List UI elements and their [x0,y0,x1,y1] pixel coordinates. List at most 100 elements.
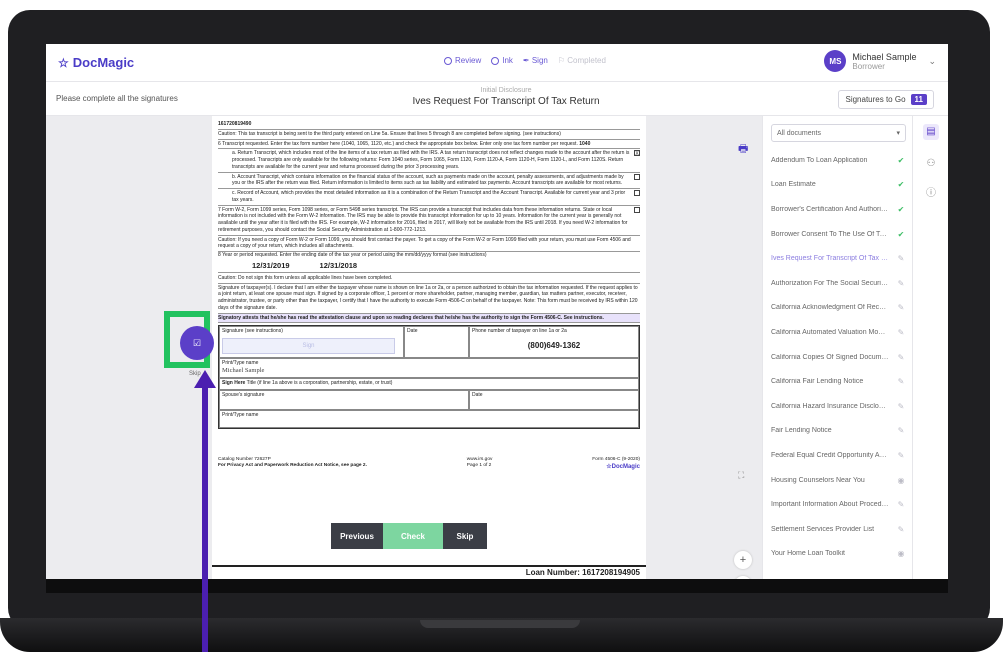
user-info: Michael Sample Borrower [852,52,916,71]
document-list-item-label: California Fair Lending Notice [771,378,864,386]
signature-cell: Signature (see instructions) Sign [219,326,404,359]
document-list-item-label: Borrower Consent To The Use Of Tax R... [771,230,889,238]
page-indicator: Page 1 of 2 [466,463,492,469]
page-break: Loan Number: 1617208194905 [212,565,646,579]
documents-icon[interactable]: ▤ [923,124,939,140]
document-list-item[interactable]: California Fair Lending Notice ✎ [771,369,906,394]
document-list-item[interactable]: Federal Equal Credit Opportunity Act N..… [771,443,906,468]
doc-ssn-fragment: 161720819490 [218,120,640,130]
document-list-item[interactable]: Addendum To Loan Application ✔ [771,148,906,173]
document-list-item[interactable]: California Automated Valuation Model ...… [771,320,906,345]
document-list-item[interactable]: California Copies Of Signed Documents ✎ [771,345,906,370]
step-ink: Ink [491,56,513,65]
laptop-notch [420,620,580,628]
document-list-item-label: Housing Counselors Near You [771,476,865,484]
doc-caution-2: Caution: If you need a copy of Form W-2 … [218,236,640,252]
document-list-item[interactable]: Settlement Services Provider List ✎ [771,517,906,542]
doc-caution-3: Caution: Do not sign this form unless al… [218,274,640,284]
document-list-item[interactable]: Ives Request For Transcript Of Tax Ret..… [771,246,906,271]
user-name: Michael Sample [852,51,917,62]
doc-line-6a: Xa. Return Transcript, which includes mo… [218,149,640,173]
top-bar: ☆ DocMagic Review Ink ✒ Sign ⚐ Completed… [46,44,948,82]
info-icon[interactable]: ⓘ [923,186,939,202]
document-list-item[interactable]: Housing Counselors Near You ◉ [771,468,906,493]
document-list-item-label: California Copies Of Signed Documents [771,353,889,361]
document-list-item[interactable]: Fair Lending Notice ✎ [771,419,906,444]
document-list-item[interactable]: Authorization For The Social Security A.… [771,271,906,296]
privacy-notice: For Privacy Act and Paperwork Reduction … [218,463,367,469]
stage: ☆ DocMagic Review Ink ✒ Sign ⚐ Completed… [0,0,1003,652]
doc-signature-text: Signature of taxpayer(s). I declare that… [218,284,640,314]
print-icon[interactable]: 🖶 [738,140,748,159]
pencil-icon: ✎ [897,254,905,264]
doc-date-1: 12/31/2019 [252,260,290,270]
pencil-icon: ✎ [897,524,905,534]
pencil-icon: ✎ [897,352,905,362]
doc-form-number: 1040 [579,140,591,147]
document-filter-select[interactable]: All documents ▾ [771,124,906,142]
document-list-item[interactable]: Important Information About Procedur... ✎ [771,492,906,517]
document-title: Ives Request For Transcript Of Tax Retur… [412,96,600,107]
document-list-item-label: Addendum To Loan Application [771,156,868,164]
document-list-item-label: Important Information About Procedur... [771,501,889,509]
checkbox-return-transcript[interactable]: X [634,150,640,157]
signatures-to-go-label: Signatures to Go [845,95,906,104]
document-list-item[interactable]: Borrower's Certification And Authoriza..… [771,197,906,222]
document-heading: Initial Disclosure Ives Request For Tran… [376,87,636,107]
sign-field[interactable]: Sign [222,338,395,355]
signatures-to-go-button[interactable]: Signatures to Go 11 [838,90,934,109]
skip-button[interactable]: Skip [443,523,487,549]
print-name-cell-2: Print/Type name [219,409,639,428]
people-icon[interactable]: ⚇ [923,156,939,172]
arrow-shaft [202,386,208,652]
doc-footer: Catalog Number 72627P For Privacy Act an… [218,457,640,472]
document-page: 161720819490 Caution: This tax transcrip… [212,116,646,579]
spouse-signature-cell: Spouse's signature [219,389,469,410]
signature-checkbox-button[interactable]: ☑ [180,326,214,360]
sign-here-label: Sign Here [222,379,246,386]
zoom-in-button[interactable]: + [734,551,752,569]
document-list-item[interactable]: Borrower Consent To The Use Of Tax R... ✔ [771,222,906,247]
document-list-item-label: Ives Request For Transcript Of Tax Ret..… [771,255,889,263]
screen-bezel-bottom [46,579,948,593]
step-review: Review [444,56,481,65]
chevron-down-icon: ⌄ [928,55,936,66]
document-list-item[interactable]: Loan Estimate ✔ [771,173,906,198]
step-completed: ⚐ Completed [557,56,606,65]
previous-button[interactable]: Previous [331,523,383,549]
loan-number: Loan Number: 1617208194905 [525,568,640,577]
checkbox-record-of-account[interactable] [634,190,640,196]
app-logo[interactable]: ☆ DocMagic [58,55,134,70]
document-list: Addendum To Loan Application ✔ Loan Estima… [771,148,906,566]
user-menu[interactable]: MS Michael Sample Borrower ⌄ [824,50,936,72]
signature-table: Signature (see instructions) Sign Date P… [218,325,640,429]
checkbox-account-transcript[interactable] [634,173,640,180]
eye-icon: ◉ [897,549,905,559]
document-list-item[interactable]: California Hazard Insurance Disclosure ✎ [771,394,906,419]
check-button[interactable]: Check [383,523,443,549]
doc-line-6c: c. Record of Account, which provides the… [218,189,640,206]
doc-line-6: 6 Transcript requested. Enter the tax fo… [218,140,640,150]
phone-value: (800)649-1362 [527,341,581,351]
checkbox-form-w2[interactable] [634,206,640,213]
document-filter-value: All documents [777,129,821,137]
eye-icon: ◉ [897,475,905,485]
document-category: Initial Disclosure [480,87,532,94]
document-list-item[interactable]: Your Home Loan Toolkit ◉ [771,542,906,567]
signatures-count-badge: 11 [910,94,927,105]
fit-screen-icon[interactable]: ⛶ [738,470,744,481]
document-list-item-label: Settlement Services Provider List [771,525,875,533]
instruction-text: Please complete all the signatures [56,94,178,103]
document-list-item-label: Authorization For The Social Security A.… [771,279,889,287]
right-rail: ▤ ⚇ ⓘ [912,116,948,579]
check-icon: ✔ [897,204,905,214]
doc-footer-left: Catalog Number 72627P For Privacy Act an… [218,457,367,472]
avatar: MS [824,50,847,72]
spouse-date-cell: Date [469,389,639,410]
flag-icon: ⚐ [557,56,568,65]
document-viewer[interactable]: 161720819490 Caution: This tax transcrip… [46,116,762,579]
radio-dot-icon [491,56,500,65]
logo-star-icon: ☆ [58,55,69,70]
navigation-buttons: Previous Check Skip [331,523,487,549]
document-list-item[interactable]: California Acknowledgment Of Receipt ...… [771,296,906,321]
